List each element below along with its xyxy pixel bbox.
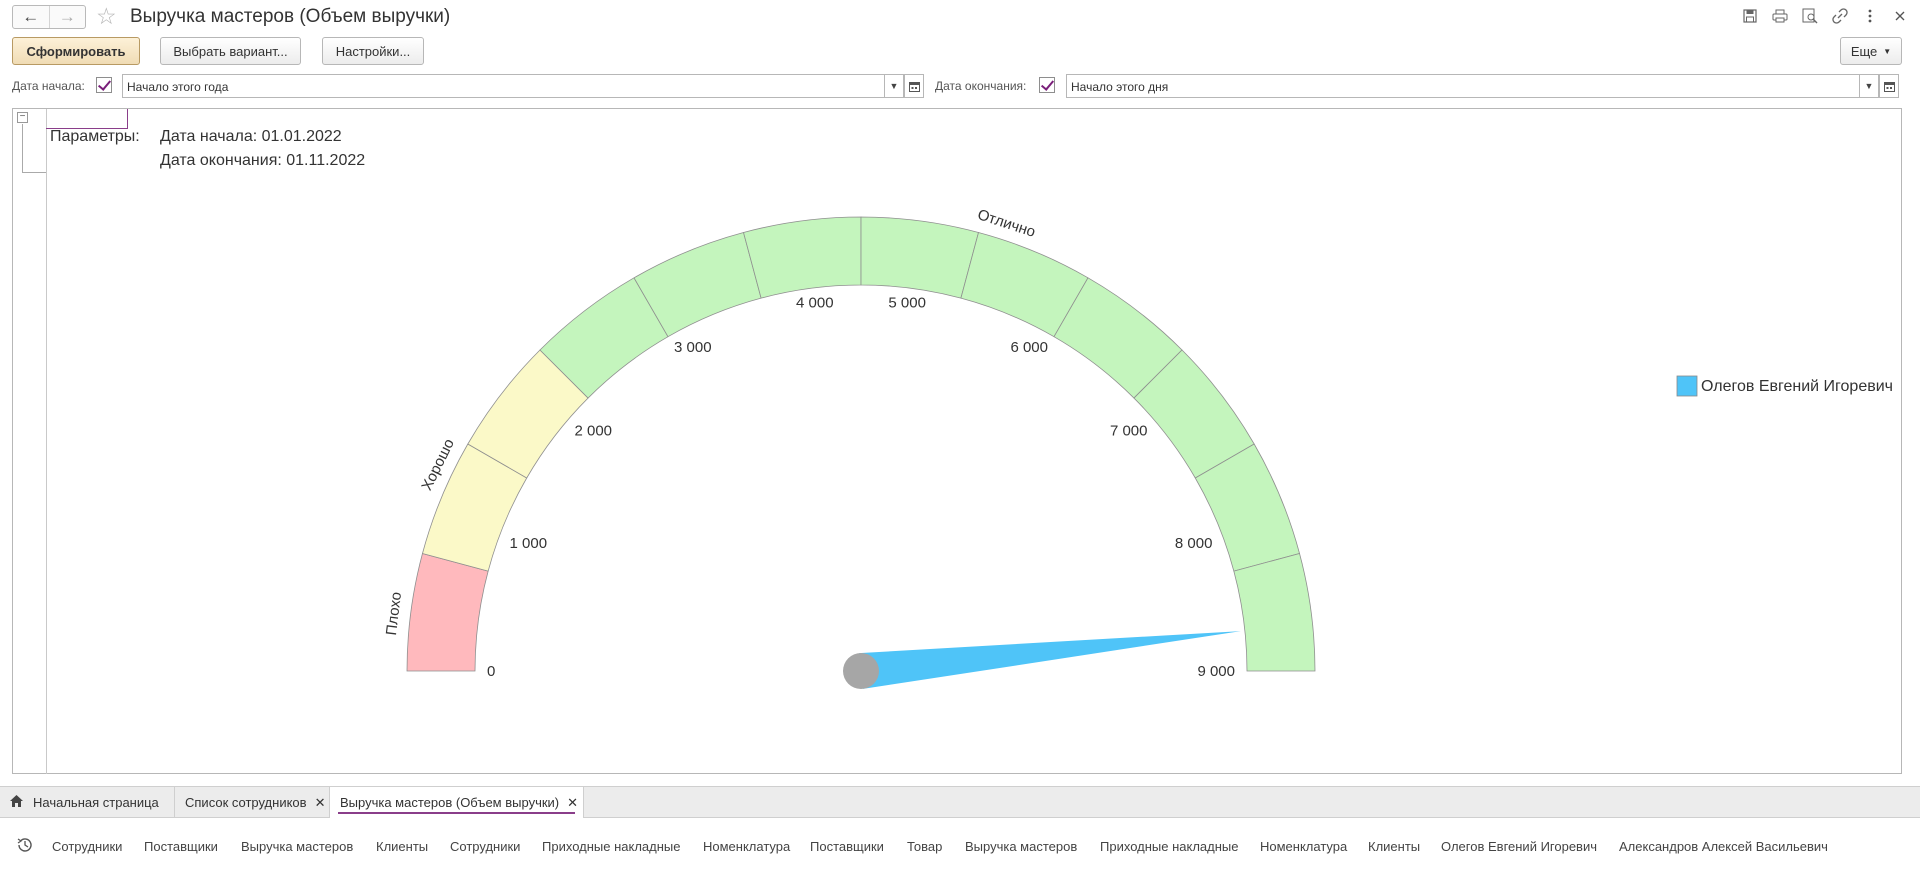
gauge-tick-label: 0	[487, 663, 495, 680]
close-tab-icon[interactable]: ✕	[567, 795, 578, 811]
gauge-tick-label: 3 000	[674, 339, 712, 356]
history-link[interactable]: Александров Алексей Васильевич	[1619, 839, 1828, 854]
legend-label: Олегов Евгений Игоревич	[1701, 378, 1893, 395]
history-link[interactable]: Товар	[907, 839, 942, 854]
save-icon[interactable]	[1740, 6, 1760, 26]
gauge-segment	[1233, 553, 1316, 672]
chevron-down-icon: ▼	[1883, 46, 1892, 56]
generate-button[interactable]: Сформировать	[12, 37, 140, 65]
tab-label: Начальная страница	[33, 795, 159, 810]
gauge-tick-label: 2 000	[574, 423, 612, 440]
tab-masters-revenue[interactable]: Выручка мастеров (Объем выручки) ✕	[330, 787, 584, 818]
back-icon[interactable]: ←	[13, 6, 49, 28]
history-link[interactable]: Клиенты	[376, 839, 428, 854]
settings-button[interactable]: Настройки...	[322, 37, 424, 65]
more-button-label: Еще	[1850, 43, 1878, 59]
history-link[interactable]: Приходные накладные	[1100, 839, 1238, 854]
tab-employees-list[interactable]: Список сотрудников ✕	[175, 787, 330, 818]
gauge-tick-label: 5 000	[888, 295, 926, 312]
gauge-segment	[860, 216, 979, 299]
close-tab-icon[interactable]: ✕	[315, 795, 326, 811]
gauge-tick-label: 9 000	[1197, 663, 1235, 680]
history-link[interactable]: Сотрудники	[52, 839, 122, 854]
tab-label: Список сотрудников	[185, 795, 307, 810]
chevron-down-icon[interactable]: ▼	[884, 74, 904, 98]
more-vertical-icon[interactable]	[1860, 6, 1880, 26]
history-bar: Сотрудники Поставщики Выручка мастеров Клие…	[0, 830, 1920, 862]
gauge-needle	[859, 631, 1241, 689]
history-link[interactable]: Номенклатура	[703, 839, 790, 854]
start-date-label: Дата начала:	[12, 79, 85, 93]
chevron-down-icon[interactable]: ▼	[1859, 74, 1879, 98]
end-date-field[interactable]: Начало этого дня	[1066, 74, 1860, 98]
preview-icon[interactable]	[1800, 6, 1820, 26]
tab-home[interactable]: Начальная страница	[0, 787, 175, 818]
link-icon[interactable]	[1830, 6, 1850, 26]
favorite-star-icon[interactable]: ☆	[96, 3, 117, 30]
open-tabs-bar: Начальная страница Список сотрудников ✕ …	[0, 786, 1920, 818]
history-link[interactable]: Приходные накладные	[542, 839, 680, 854]
legend-swatch	[1676, 375, 1698, 397]
start-date-field[interactable]: Начало этого года	[122, 74, 885, 98]
home-icon	[10, 795, 23, 810]
report-spreadsheet[interactable]: − Параметры: Дата начала: 01.01.2022 Дат…	[12, 108, 1902, 774]
end-date-checkbox[interactable]	[1039, 77, 1055, 93]
window-actions	[1740, 6, 1910, 26]
end-date-label: Дата окончания:	[935, 79, 1027, 93]
gauge-needle-hub	[843, 653, 879, 689]
history-link[interactable]: Выручка мастеров	[241, 839, 353, 854]
history-link[interactable]: Поставщики	[144, 839, 218, 854]
gauge-range-label: Плохо	[383, 591, 405, 636]
history-link[interactable]: Клиенты	[1368, 839, 1420, 854]
gauge-segment	[406, 553, 489, 672]
history-link[interactable]: Поставщики	[810, 839, 884, 854]
parameters-row: Дата начала: Начало этого года ▼ Дата ок…	[0, 73, 1920, 99]
choose-variant-button[interactable]: Выбрать вариант...	[160, 37, 301, 65]
calendar-icon[interactable]	[1879, 74, 1899, 98]
title-bar: ← → ☆ Выручка мастеров (Объем выручки)	[0, 0, 1920, 34]
history-link[interactable]: Номенклатура	[1260, 839, 1347, 854]
gauge-tick-label: 8 000	[1175, 535, 1213, 552]
print-icon[interactable]	[1770, 6, 1790, 26]
gauge-segment	[743, 216, 862, 299]
gauge-tick-label: 7 000	[1110, 423, 1148, 440]
forward-icon[interactable]: →	[48, 6, 86, 28]
window-title: Выручка мастеров (Объем выручки)	[130, 6, 451, 27]
history-link[interactable]: Сотрудники	[450, 839, 520, 854]
gauge-chart: 0 1 000 2 000 3 000 4 000 5 000 6 000 7 000 8 00…	[383, 206, 1893, 689]
nav-buttons: ← →	[12, 5, 86, 29]
calendar-icon[interactable]	[904, 74, 924, 98]
gauge-tick-label: 1 000	[510, 535, 548, 552]
history-link[interactable]: Выручка мастеров	[965, 839, 1077, 854]
history-link[interactable]: Олегов Евгений Игоревич	[1441, 839, 1597, 854]
command-bar: Сформировать Выбрать вариант... Настройк…	[0, 37, 1920, 67]
more-button[interactable]: Еще ▼	[1840, 37, 1902, 65]
close-icon[interactable]	[1890, 6, 1910, 26]
history-icon[interactable]	[16, 836, 34, 857]
gauge-tick-label: 4 000	[796, 295, 834, 312]
start-date-checkbox[interactable]	[96, 77, 112, 93]
tab-label: Выручка мастеров (Объем выручки)	[340, 795, 560, 810]
gauge-tick-label: 6 000	[1010, 339, 1048, 356]
